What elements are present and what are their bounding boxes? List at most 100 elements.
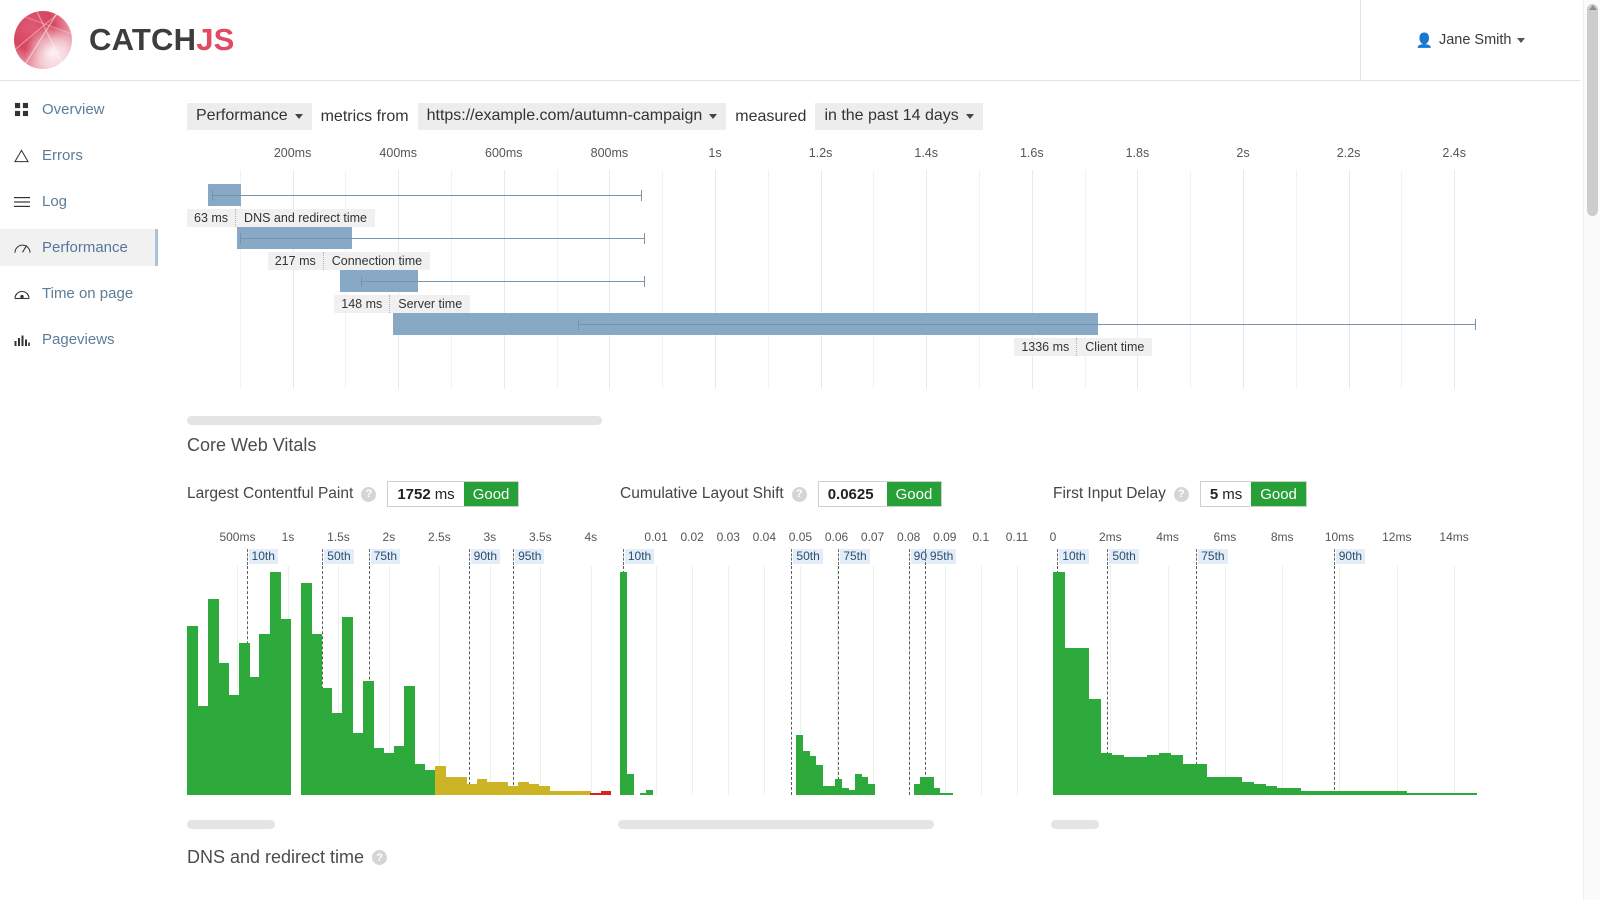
- histogram-bar: [393, 745, 405, 795]
- histogram-gridline: [692, 566, 694, 795]
- percentile-tick: [246, 549, 248, 565]
- user-menu[interactable]: 👤 Jane Smith: [1360, 0, 1580, 81]
- sidebar: Overview Errors Log Performance Time on …: [0, 82, 158, 900]
- histogram-bar: [1053, 572, 1066, 795]
- filter-text-metrics-from: metrics from: [320, 107, 409, 125]
- help-icon[interactable]: ?: [1173, 486, 1189, 502]
- histogram-bar: [228, 694, 240, 795]
- percentile-tick: [513, 549, 515, 565]
- histogram-tick-label: 12ms: [1382, 530, 1412, 544]
- histogram-bar: [1335, 790, 1349, 795]
- histogram-bar: [1465, 792, 1477, 795]
- scroll-up-arrow-icon[interactable]: [1589, 5, 1597, 10]
- histogram-gridline: [728, 566, 730, 795]
- histogram-bar: [646, 790, 654, 795]
- help-icon[interactable]: ?: [791, 486, 807, 502]
- histogram-bar: [620, 572, 628, 795]
- sidebar-item-label: Time on page: [42, 285, 134, 302]
- percentile-tick: [924, 549, 926, 565]
- percentile-label: 10th: [624, 549, 655, 564]
- waterfall-plot-area: 63 ms DNS and redirect time 217 ms Connecti…: [187, 170, 1507, 389]
- waterfall-row-labels: 1336 ms Client time: [1014, 337, 1153, 357]
- histogram-bar: [1429, 792, 1443, 795]
- caret-down-icon: [1517, 37, 1526, 43]
- page-scrollbar-track[interactable]: [1583, 0, 1600, 900]
- brand-logo-area[interactable]: CATCHJS: [0, 0, 1360, 81]
- vital-fid: First Input Delay ? 5 ms Good: [1053, 481, 1307, 507]
- percentile-label: 90th: [1335, 549, 1366, 564]
- waterfall-horizontal-scrollbar[interactable]: [187, 416, 602, 425]
- help-icon[interactable]: ?: [372, 850, 388, 865]
- waterfall-row-value: 148 ms: [334, 295, 391, 313]
- help-icon[interactable]: ?: [361, 486, 377, 502]
- histogram-bar: [1088, 699, 1101, 795]
- waterfall-whisker: [577, 324, 1476, 325]
- histogram-bar: [1276, 788, 1290, 795]
- histogram-tick-label: 8ms: [1270, 530, 1294, 544]
- histogram-bar: [1241, 781, 1254, 795]
- percentile-tick: [1107, 549, 1109, 565]
- vital-fid-box: 5 ms Good: [1199, 481, 1307, 507]
- vital-fid-rating-badge: Good: [1251, 482, 1306, 506]
- waterfall-whisker-cap: [641, 190, 643, 201]
- lcp-horizontal-scrollbar[interactable]: [187, 820, 275, 829]
- vital-fid-value: 5 ms: [1200, 482, 1252, 506]
- sidebar-item-log[interactable]: Log: [0, 183, 158, 220]
- list-lines-icon: [14, 196, 42, 208]
- percentile-line: [1333, 566, 1335, 795]
- percentile-line: [468, 566, 470, 795]
- histogram-bar: [1371, 790, 1384, 795]
- fid-x-axis: 0 2ms 4ms 6ms 8ms 10ms 12ms 14ms: [1049, 530, 1477, 548]
- histogram-bar: [867, 783, 875, 795]
- histogram-bar: [579, 790, 591, 795]
- waterfall-row: 148 ms Server time: [187, 270, 1507, 318]
- waterfall-tick-label: 400ms: [379, 146, 417, 160]
- histogram-bar: [1441, 792, 1455, 795]
- histogram-bar: [1217, 777, 1231, 795]
- sidebar-item-performance[interactable]: Performance: [0, 229, 158, 266]
- lcp-plot-area: [187, 566, 611, 795]
- cls-plot-area: [620, 566, 1044, 795]
- vital-fid-label: First Input Delay: [1053, 485, 1166, 502]
- url-dropdown[interactable]: https://example.com/autumn-campaign: [417, 103, 727, 130]
- waterfall-tick-label: 200ms: [273, 146, 312, 160]
- brand-name-first: CATCH: [89, 22, 197, 57]
- cls-horizontal-scrollbar[interactable]: [618, 820, 934, 829]
- histogram-bar: [342, 616, 354, 795]
- histogram-bar: [1135, 757, 1148, 795]
- histogram-tick-label: 0: [1049, 530, 1057, 544]
- waterfall-whisker: [239, 238, 644, 239]
- histogram-bar: [414, 763, 426, 795]
- histogram-gridline: [1224, 566, 1226, 795]
- histogram-bar: [1123, 757, 1137, 795]
- histogram-bar: [1229, 777, 1243, 795]
- histogram-bar: [1111, 754, 1125, 795]
- dns-redirect-time-title-row: DNS and redirect time ?: [187, 847, 388, 868]
- fid-percentile-labels: 10th 50th 75th 90th: [1053, 549, 1477, 565]
- histogram-gridline: [1016, 566, 1018, 795]
- waterfall-row: 1336 ms Client time: [187, 313, 1507, 361]
- vital-lcp-rating-badge: Good: [463, 482, 519, 506]
- fid-horizontal-scrollbar[interactable]: [1051, 820, 1099, 829]
- histogram-bar: [1288, 788, 1301, 795]
- period-dropdown[interactable]: in the past 14 days: [815, 103, 983, 130]
- metric-type-dropdown[interactable]: Performance: [187, 103, 312, 130]
- sidebar-item-pageviews[interactable]: Pageviews: [0, 321, 158, 358]
- sidebar-item-overview[interactable]: Overview: [0, 91, 158, 128]
- histogram-gridline: [872, 566, 874, 795]
- lcp-x-axis: 500ms 1s 1.5s 2s 2.5s 3s 3.5s 4s: [187, 530, 611, 548]
- histogram-bar: [559, 790, 571, 795]
- percentile-label: 90th: [470, 549, 501, 564]
- histogram-bar: [1100, 752, 1113, 795]
- histogram-bar: [311, 634, 323, 795]
- sidebar-item-time-on-page[interactable]: Time on page: [0, 275, 158, 312]
- brand-name-second: JS: [196, 22, 235, 57]
- sidebar-item-errors[interactable]: Errors: [0, 137, 158, 174]
- waterfall-row-label: Server time: [390, 295, 471, 313]
- histogram-bar: [424, 770, 436, 795]
- histogram-tick-label: 0.11: [1005, 530, 1029, 544]
- waterfall-whisker-cap: [643, 233, 645, 244]
- waterfall-whisker-cap: [643, 276, 645, 287]
- core-web-vitals-title: Core Web Vitals: [187, 435, 317, 455]
- page-scrollbar-thumb[interactable]: [1587, 4, 1598, 216]
